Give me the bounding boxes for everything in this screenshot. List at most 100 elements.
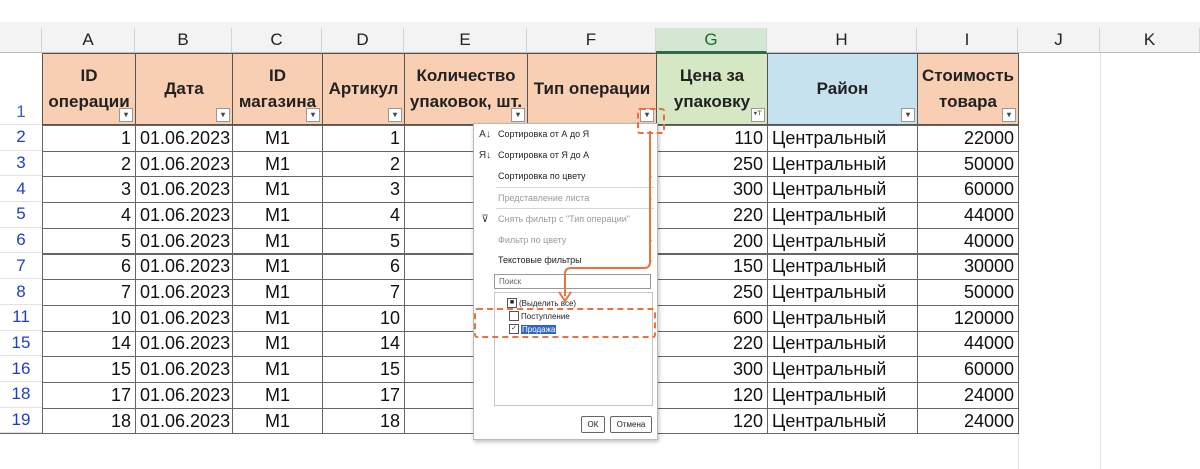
table-cell[interactable]: Центральный: [767, 304, 918, 332]
table-cell[interactable]: 30000: [917, 253, 1019, 281]
table-cell[interactable]: 3: [322, 176, 405, 204]
table-cell[interactable]: 01.06.2023: [135, 227, 233, 255]
table-cell[interactable]: 17: [42, 382, 136, 409]
table-cell[interactable]: 60000: [917, 176, 1019, 204]
column-header-d[interactable]: D: [322, 28, 404, 53]
table-cell[interactable]: 2: [322, 150, 405, 178]
table-cell[interactable]: 01.06.2023: [135, 304, 233, 332]
table-cell[interactable]: Центральный: [767, 356, 918, 383]
column-header-h[interactable]: H: [767, 28, 917, 53]
row-header[interactable]: 5: [0, 202, 42, 228]
table-cell[interactable]: 60000: [917, 356, 1019, 383]
row-header-1[interactable]: 1: [0, 53, 42, 125]
table-cell[interactable]: 10: [322, 304, 405, 332]
table-cell[interactable]: М1: [232, 407, 323, 435]
table-cell[interactable]: 120: [656, 382, 768, 409]
table-cell[interactable]: 1: [322, 125, 405, 152]
menu-filter-by-color[interactable]: Фильтр по цвету ›: [474, 230, 657, 250]
dropdown-arrow-icon[interactable]: ▾: [306, 108, 320, 122]
row-header[interactable]: 18: [0, 382, 42, 408]
table-cell[interactable]: 220: [656, 330, 768, 358]
row-header[interactable]: 19: [0, 407, 42, 434]
table-cell[interactable]: 600: [656, 304, 768, 332]
table-cell[interactable]: Центральный: [767, 150, 918, 178]
row-header[interactable]: 2: [0, 125, 42, 151]
row-header[interactable]: 7: [0, 253, 42, 280]
column-header-f[interactable]: F: [527, 28, 656, 53]
row-header[interactable]: 11: [0, 304, 42, 331]
table-cell[interactable]: 6: [42, 253, 136, 281]
column-header-k[interactable]: K: [1100, 28, 1200, 53]
table-cell[interactable]: М1: [232, 279, 323, 306]
select-all-corner[interactable]: [0, 28, 42, 53]
table-cell[interactable]: Центральный: [767, 253, 918, 281]
table-cell[interactable]: 01.06.2023: [135, 279, 233, 306]
table-cell[interactable]: М1: [232, 202, 323, 229]
table-cell[interactable]: М1: [232, 150, 323, 178]
table-cell[interactable]: М1: [232, 176, 323, 204]
table-cell[interactable]: 15: [322, 356, 405, 383]
table-cell[interactable]: 250: [656, 279, 768, 306]
filter-funnel-icon[interactable]: ▾⊤: [751, 108, 765, 122]
table-cell[interactable]: Центральный: [767, 125, 918, 152]
table-cell[interactable]: 18: [322, 407, 405, 435]
table-cell[interactable]: 7: [42, 279, 136, 306]
ok-button[interactable]: ОК: [581, 416, 605, 433]
table-cell[interactable]: 01.06.2023: [135, 407, 233, 435]
table-cell[interactable]: 110: [656, 125, 768, 152]
dropdown-arrow-icon[interactable]: ▾: [216, 108, 230, 122]
row-header[interactable]: 8: [0, 279, 42, 305]
table-cell[interactable]: 01.06.2023: [135, 382, 233, 409]
row-header[interactable]: 3: [0, 150, 42, 177]
table-cell[interactable]: 01.06.2023: [135, 202, 233, 229]
table-cell[interactable]: Центральный: [767, 407, 918, 435]
column-header-b[interactable]: B: [135, 28, 232, 53]
table-cell[interactable]: 14: [322, 330, 405, 358]
cancel-button[interactable]: Отмена: [610, 416, 652, 433]
table-cell[interactable]: М1: [232, 304, 323, 332]
column-header-i[interactable]: I: [917, 28, 1018, 53]
search-input[interactable]: Поиск: [494, 274, 651, 289]
column-header-c[interactable]: C: [232, 28, 322, 53]
table-cell[interactable]: 300: [656, 356, 768, 383]
table-cell[interactable]: 17: [322, 382, 405, 409]
table-cell[interactable]: 01.06.2023: [135, 330, 233, 358]
dropdown-arrow-icon[interactable]: ▾: [511, 108, 525, 122]
table-cell[interactable]: 6: [322, 253, 405, 281]
table-cell[interactable]: Центральный: [767, 330, 918, 358]
table-cell[interactable]: 44000: [917, 330, 1019, 358]
table-cell[interactable]: 01.06.2023: [135, 253, 233, 281]
table-cell[interactable]: 4: [322, 202, 405, 229]
table-cell[interactable]: Центральный: [767, 279, 918, 306]
column-header-g[interactable]: G: [656, 28, 767, 53]
menu-clear-filter[interactable]: ⊽ Снять фильтр с "Тип операции": [474, 209, 657, 229]
table-cell[interactable]: 2: [42, 150, 136, 178]
table-cell[interactable]: М1: [232, 356, 323, 383]
table-cell[interactable]: 120000: [917, 304, 1019, 332]
table-cell[interactable]: 22000: [917, 125, 1019, 152]
table-cell[interactable]: 01.06.2023: [135, 125, 233, 152]
table-cell[interactable]: 50000: [917, 150, 1019, 178]
table-cell[interactable]: М1: [232, 253, 323, 281]
table-cell[interactable]: 18: [42, 407, 136, 435]
table-cell[interactable]: 1: [42, 125, 136, 152]
table-cell[interactable]: 10: [42, 304, 136, 332]
table-cell[interactable]: 01.06.2023: [135, 356, 233, 383]
table-cell[interactable]: М1: [232, 227, 323, 255]
menu-sheet-view[interactable]: Представление листа ›: [474, 188, 657, 208]
table-cell[interactable]: 40000: [917, 227, 1019, 255]
table-cell[interactable]: 300: [656, 176, 768, 204]
table-cell[interactable]: 14: [42, 330, 136, 358]
table-cell[interactable]: М1: [232, 125, 323, 152]
column-header-j[interactable]: J: [1018, 28, 1100, 53]
table-cell[interactable]: 220: [656, 202, 768, 229]
table-cell[interactable]: 200: [656, 227, 768, 255]
dropdown-arrow-icon[interactable]: ▾: [119, 108, 133, 122]
table-cell[interactable]: 150: [656, 253, 768, 281]
table-cell[interactable]: 01.06.2023: [135, 150, 233, 178]
dropdown-arrow-icon[interactable]: ▾: [901, 108, 915, 122]
menu-sort-desc[interactable]: Я↓ Сортировка от Я до А: [474, 145, 657, 165]
table-cell[interactable]: 5: [42, 227, 136, 255]
checkbox[interactable]: ■: [507, 298, 517, 308]
table-cell[interactable]: 24000: [917, 407, 1019, 435]
